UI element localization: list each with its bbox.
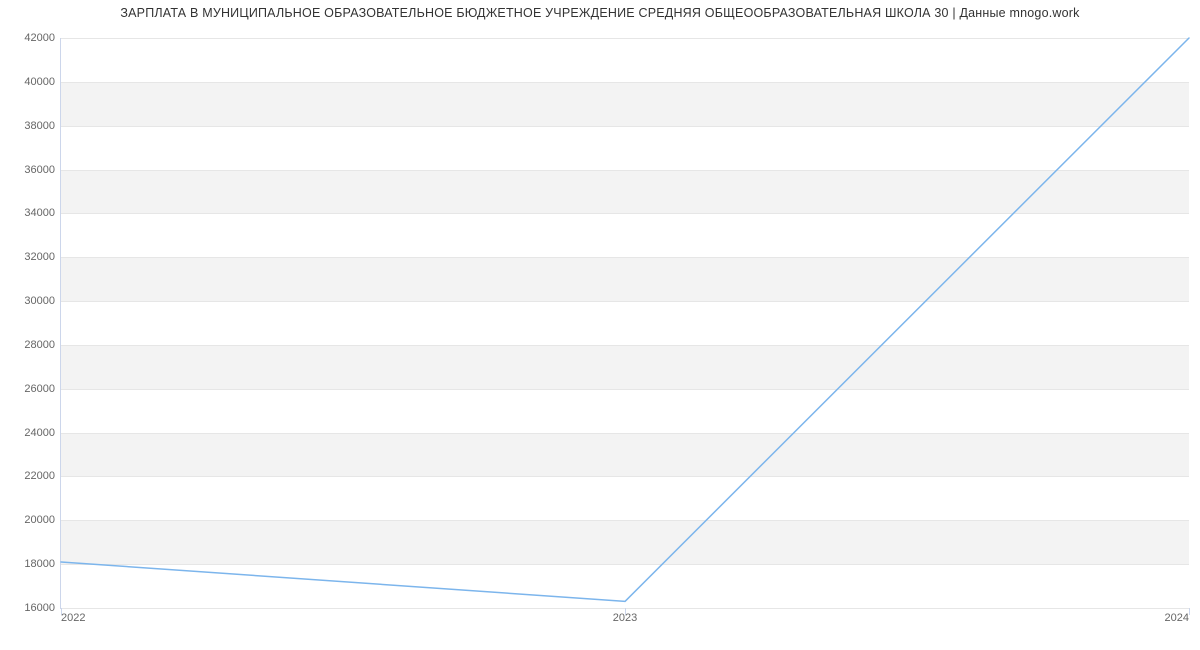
- x-tick-label: 2022: [61, 612, 85, 624]
- y-tick-label: 26000: [13, 383, 55, 395]
- line-series: [61, 38, 1189, 608]
- plot-area: 1600018000200002200024000260002800030000…: [60, 38, 1189, 609]
- y-tick-label: 22000: [13, 470, 55, 482]
- y-tick-label: 36000: [13, 164, 55, 176]
- y-tick-label: 16000: [13, 602, 55, 614]
- y-tick-label: 30000: [13, 295, 55, 307]
- y-tick-label: 28000: [13, 339, 55, 351]
- chart-title: ЗАРПЛАТА В МУНИЦИПАЛЬНОЕ ОБРАЗОВАТЕЛЬНОЕ…: [0, 6, 1200, 20]
- y-tick-label: 34000: [13, 207, 55, 219]
- series-line: [61, 38, 1189, 601]
- y-tick-label: 20000: [13, 514, 55, 526]
- x-tick-label: 2023: [613, 612, 637, 624]
- y-tick-label: 32000: [13, 251, 55, 263]
- y-tick-label: 38000: [13, 120, 55, 132]
- x-tick-label: 2024: [1165, 612, 1189, 624]
- y-tick-label: 40000: [13, 76, 55, 88]
- x-tick-mark: [1189, 608, 1190, 615]
- y-tick-label: 42000: [13, 32, 55, 44]
- y-tick-label: 24000: [13, 427, 55, 439]
- chart-container: ЗАРПЛАТА В МУНИЦИПАЛЬНОЕ ОБРАЗОВАТЕЛЬНОЕ…: [0, 0, 1200, 650]
- y-tick-label: 18000: [13, 558, 55, 570]
